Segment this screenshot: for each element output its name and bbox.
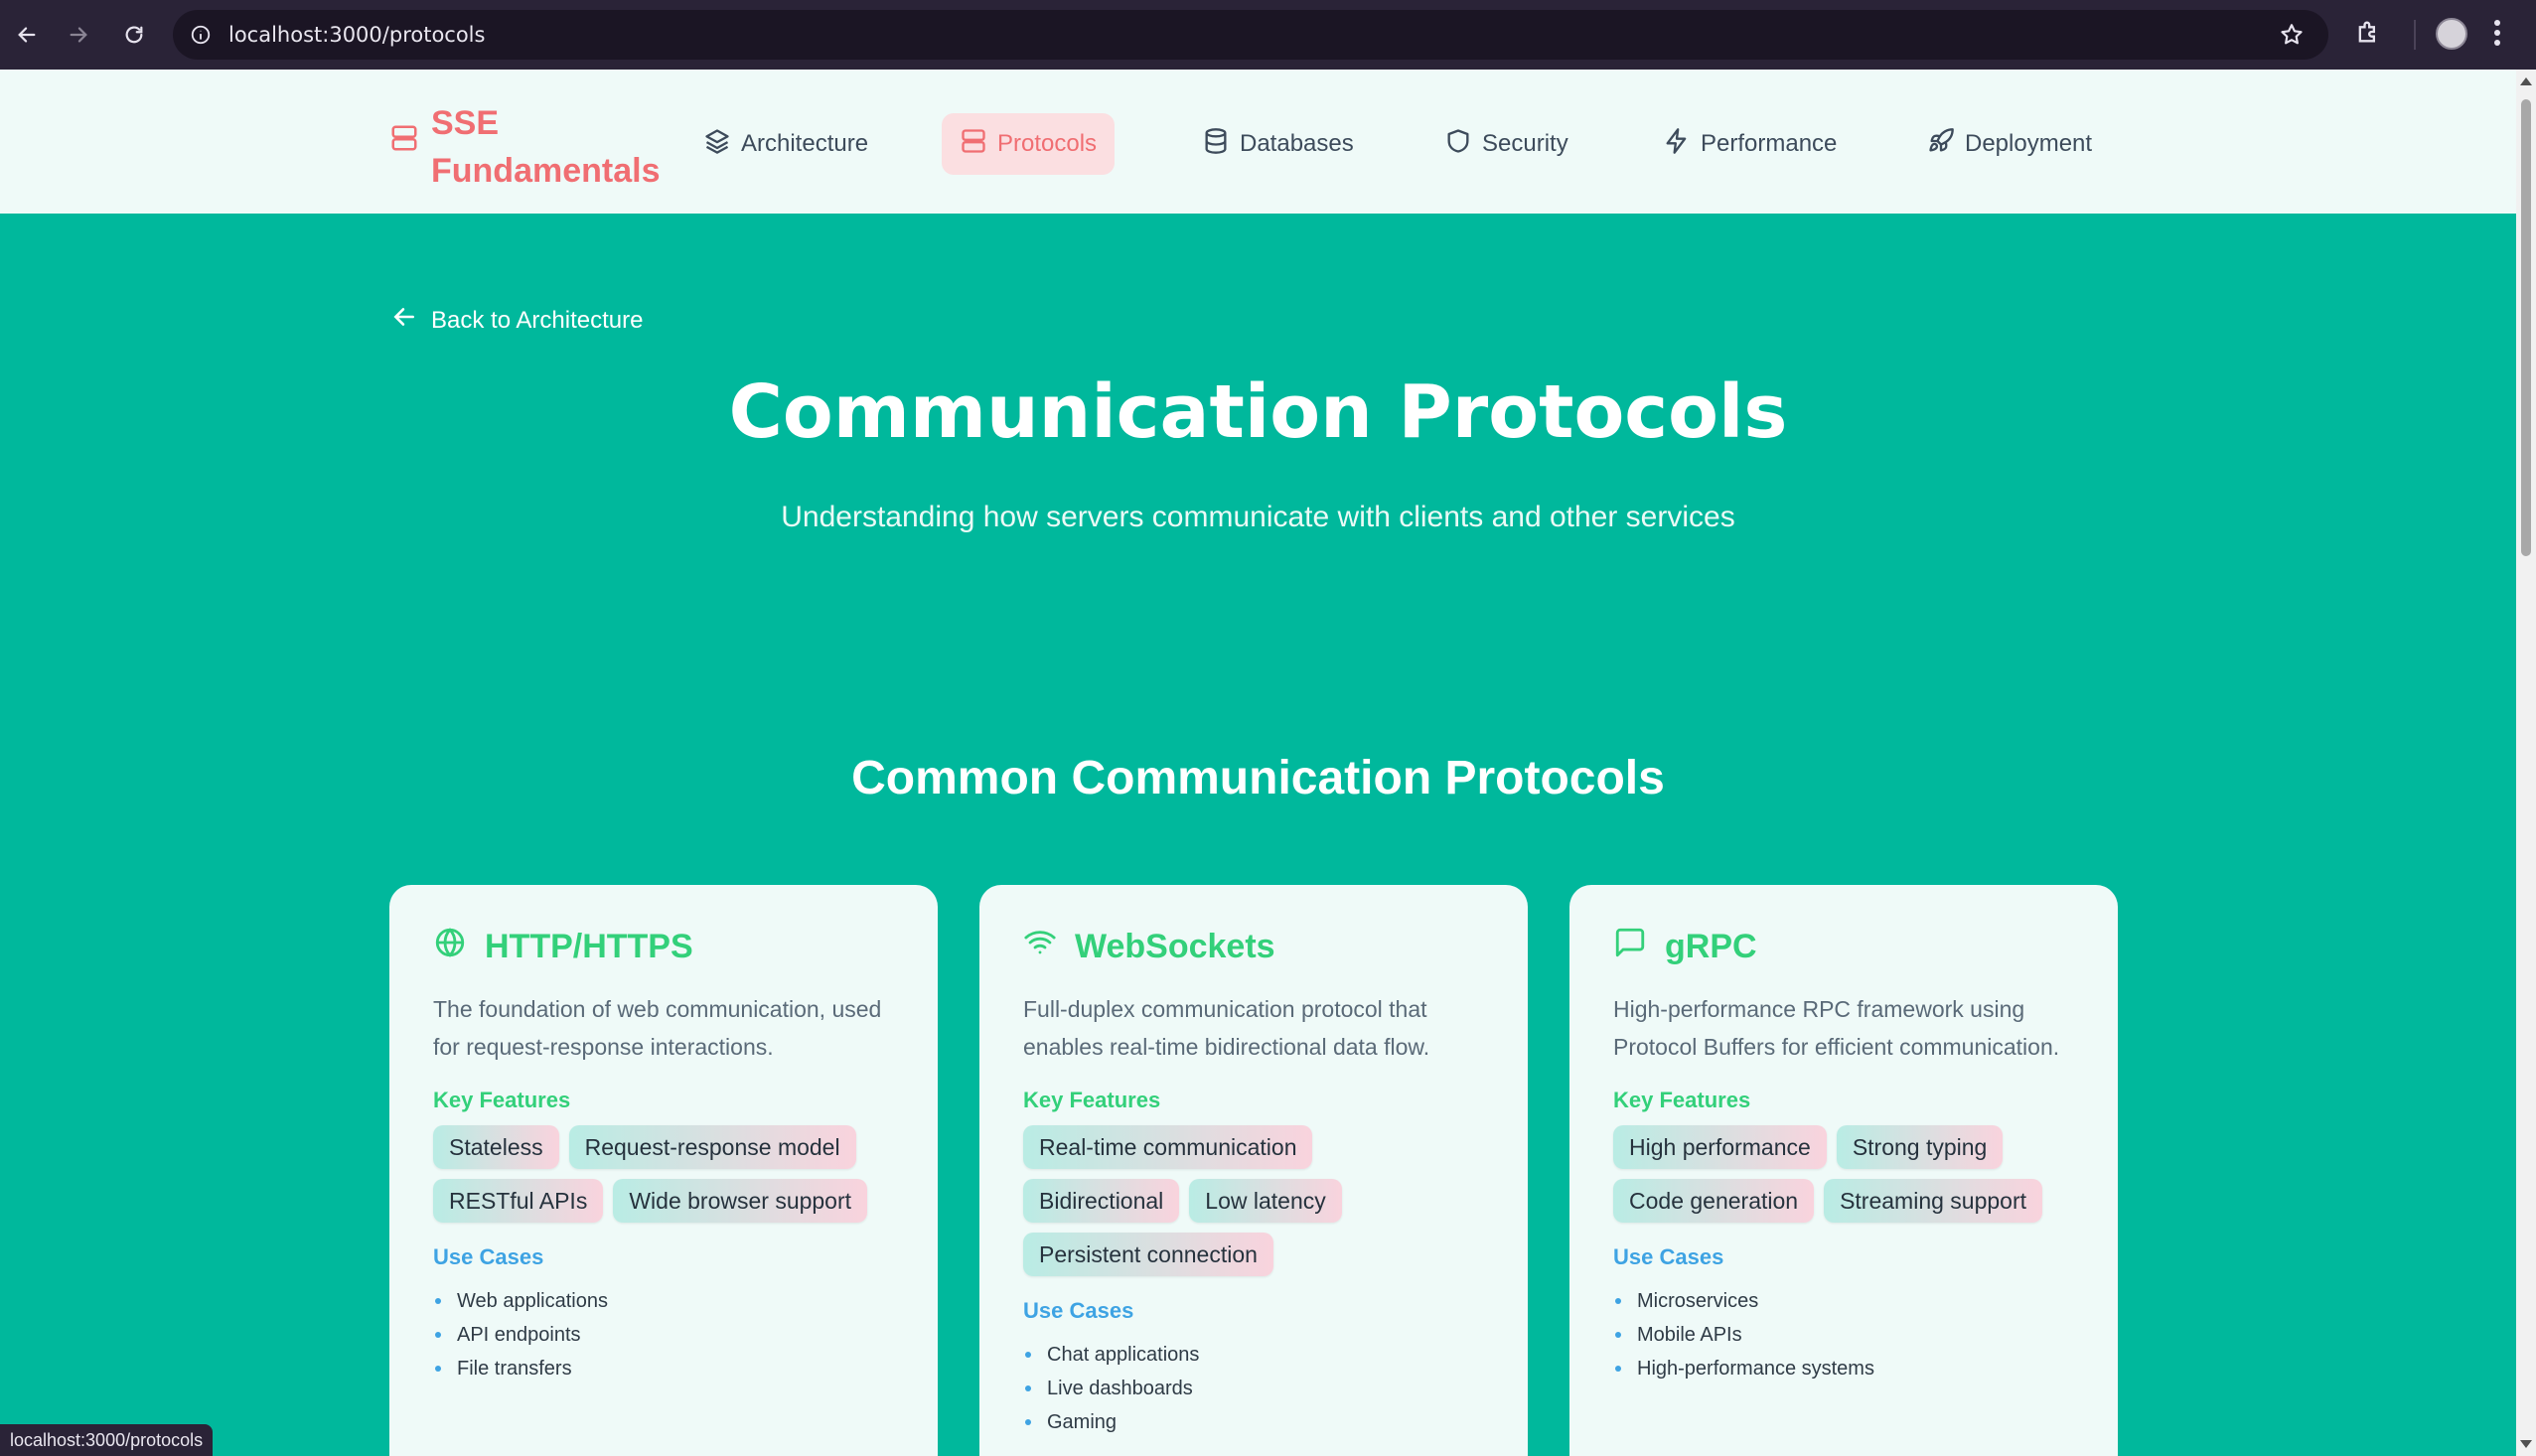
back-arrow-icon[interactable]	[10, 18, 44, 52]
status-bar-url: localhost:3000/protocols	[0, 1424, 214, 1456]
use-case-list: Web applications API endpoints File tran…	[433, 1284, 894, 1385]
feature-chip: Low latency	[1189, 1179, 1342, 1223]
reload-icon[interactable]	[117, 18, 151, 52]
use-case-list: Microservices Mobile APIs High-performan…	[1613, 1284, 2074, 1385]
scroll-up-arrow[interactable]	[2520, 77, 2532, 85]
card-description: Full-duplex communication protocol that …	[1023, 996, 1430, 1060]
feature-chip: Code generation	[1613, 1179, 1815, 1223]
feature-chip: RESTful APIs	[433, 1179, 604, 1223]
feature-chip: Bidirectional	[1023, 1179, 1180, 1223]
card-title: HTTP/HTTPS	[485, 927, 693, 965]
site-info-icon[interactable]	[187, 21, 215, 49]
nav-label: Protocols	[997, 130, 1098, 157]
page-subtitle: Understanding how servers communicate wi…	[781, 501, 1735, 533]
card-description: High-performance RPC framework using Pro…	[1613, 996, 2060, 1060]
list-item: Live dashboards	[1023, 1372, 1484, 1405]
extensions-puzzle-icon[interactable]	[2354, 18, 2382, 50]
nav-label: Databases	[1240, 130, 1354, 157]
use-case-list: Chat applications Live dashboards Gaming	[1023, 1338, 1484, 1439]
nav-databases[interactable]: Databases	[1184, 113, 1372, 175]
zap-icon	[1663, 127, 1691, 162]
card-description: The foundation of web communication, use…	[433, 996, 882, 1060]
forward-arrow-icon[interactable]	[62, 18, 95, 52]
section-title: Common Communication Protocols	[851, 752, 1665, 804]
list-item: Web applications	[433, 1284, 894, 1318]
list-item: Gaming	[1023, 1405, 1484, 1439]
feature-chip: Persistent connection	[1023, 1233, 1273, 1276]
list-item: API endpoints	[433, 1318, 894, 1352]
feature-chip: Wide browser support	[613, 1179, 868, 1223]
key-features-heading: Key Features	[1613, 1088, 1751, 1112]
nav-protocols[interactable]: Protocols	[942, 113, 1116, 175]
site-header: SSE Fundamentals Architecture Protocols …	[0, 70, 2516, 214]
feature-chips: Stateless Request-response model RESTful…	[433, 1125, 894, 1223]
wifi-icon	[1023, 926, 1057, 968]
key-features-heading: Key Features	[1023, 1088, 1161, 1112]
globe-icon	[433, 926, 467, 968]
kebab-menu-icon[interactable]	[2493, 18, 2501, 52]
nav-performance[interactable]: Performance	[1645, 113, 1855, 175]
brand-name: SSE Fundamentals	[431, 104, 661, 190]
feature-chips: Real-time communication Bidirectional Lo…	[1023, 1125, 1460, 1276]
address-bar[interactable]: localhost:3000/protocols	[173, 10, 2328, 60]
list-item: Chat applications	[1023, 1338, 1484, 1372]
rocket-icon	[1927, 127, 1955, 162]
feature-chip: Real-time communication	[1023, 1125, 1313, 1169]
card-title-row: HTTP/HTTPS	[433, 925, 894, 968]
bookmark-star-icon[interactable]	[2279, 22, 2305, 52]
nav-deployment[interactable]: Deployment	[1909, 113, 2110, 175]
scroll-down-arrow[interactable]	[2520, 1440, 2532, 1448]
feature-chips: High performance Strong typing Code gene…	[1613, 1125, 2074, 1223]
message-square-icon	[1613, 926, 1647, 968]
protocol-card-grpc: gRPC High-performance RPC framework usin…	[1569, 885, 2118, 1456]
browser-toolbar: localhost:3000/protocols	[0, 0, 2536, 70]
use-cases-heading: Use Cases	[1613, 1244, 1724, 1269]
nav-label: Architecture	[741, 130, 869, 157]
nav-label: Performance	[1701, 130, 1838, 157]
list-item: High-performance systems	[1613, 1352, 2074, 1385]
page-title: Communication Protocols	[728, 369, 1788, 455]
server-icon	[960, 127, 987, 162]
back-label[interactable]: Back to Architecture	[431, 307, 643, 335]
use-cases-heading: Use Cases	[433, 1244, 544, 1269]
page-scrollbar[interactable]	[2516, 70, 2536, 1456]
database-icon	[1202, 127, 1230, 162]
protocol-card-websockets: WebSockets Full-duplex communication pro…	[979, 885, 1528, 1456]
protocol-card-http: HTTP/HTTPS The foundation of web communi…	[389, 885, 938, 1456]
scrollbar-thumb[interactable]	[2521, 99, 2531, 556]
feature-chip: Streaming support	[1824, 1179, 2043, 1223]
profile-avatar[interactable]	[2436, 18, 2467, 50]
layers-icon	[703, 127, 731, 162]
list-item: File transfers	[433, 1352, 894, 1385]
feature-chip: Request-response model	[568, 1125, 856, 1169]
address-url[interactable]: localhost:3000/protocols	[228, 23, 485, 47]
card-title-row: WebSockets	[1023, 925, 1484, 968]
use-cases-heading: Use Cases	[1023, 1298, 1134, 1323]
nav-label: Security	[1482, 130, 1568, 157]
key-features-heading: Key Features	[433, 1088, 571, 1112]
nav-architecture[interactable]: Architecture	[685, 113, 886, 175]
card-title: gRPC	[1665, 927, 1757, 965]
arrow-left-icon	[391, 304, 417, 337]
server-logo-icon	[389, 123, 419, 157]
card-title: WebSockets	[1075, 927, 1275, 965]
feature-chip: High performance	[1613, 1125, 1827, 1169]
card-title-row: gRPC	[1613, 925, 2074, 968]
back-to-architecture-link[interactable]: Back to Architecture	[391, 304, 643, 337]
list-item: Microservices	[1613, 1284, 2074, 1318]
toolbar-divider	[2414, 20, 2416, 50]
nav-security[interactable]: Security	[1426, 113, 1586, 175]
shield-icon	[1444, 127, 1472, 162]
feature-chip: Strong typing	[1836, 1125, 2004, 1169]
nav-label: Deployment	[1965, 130, 2093, 157]
list-item: Mobile APIs	[1613, 1318, 2074, 1352]
brand-link[interactable]: SSE Fundamentals	[389, 99, 670, 195]
feature-chip: Stateless	[433, 1125, 559, 1169]
